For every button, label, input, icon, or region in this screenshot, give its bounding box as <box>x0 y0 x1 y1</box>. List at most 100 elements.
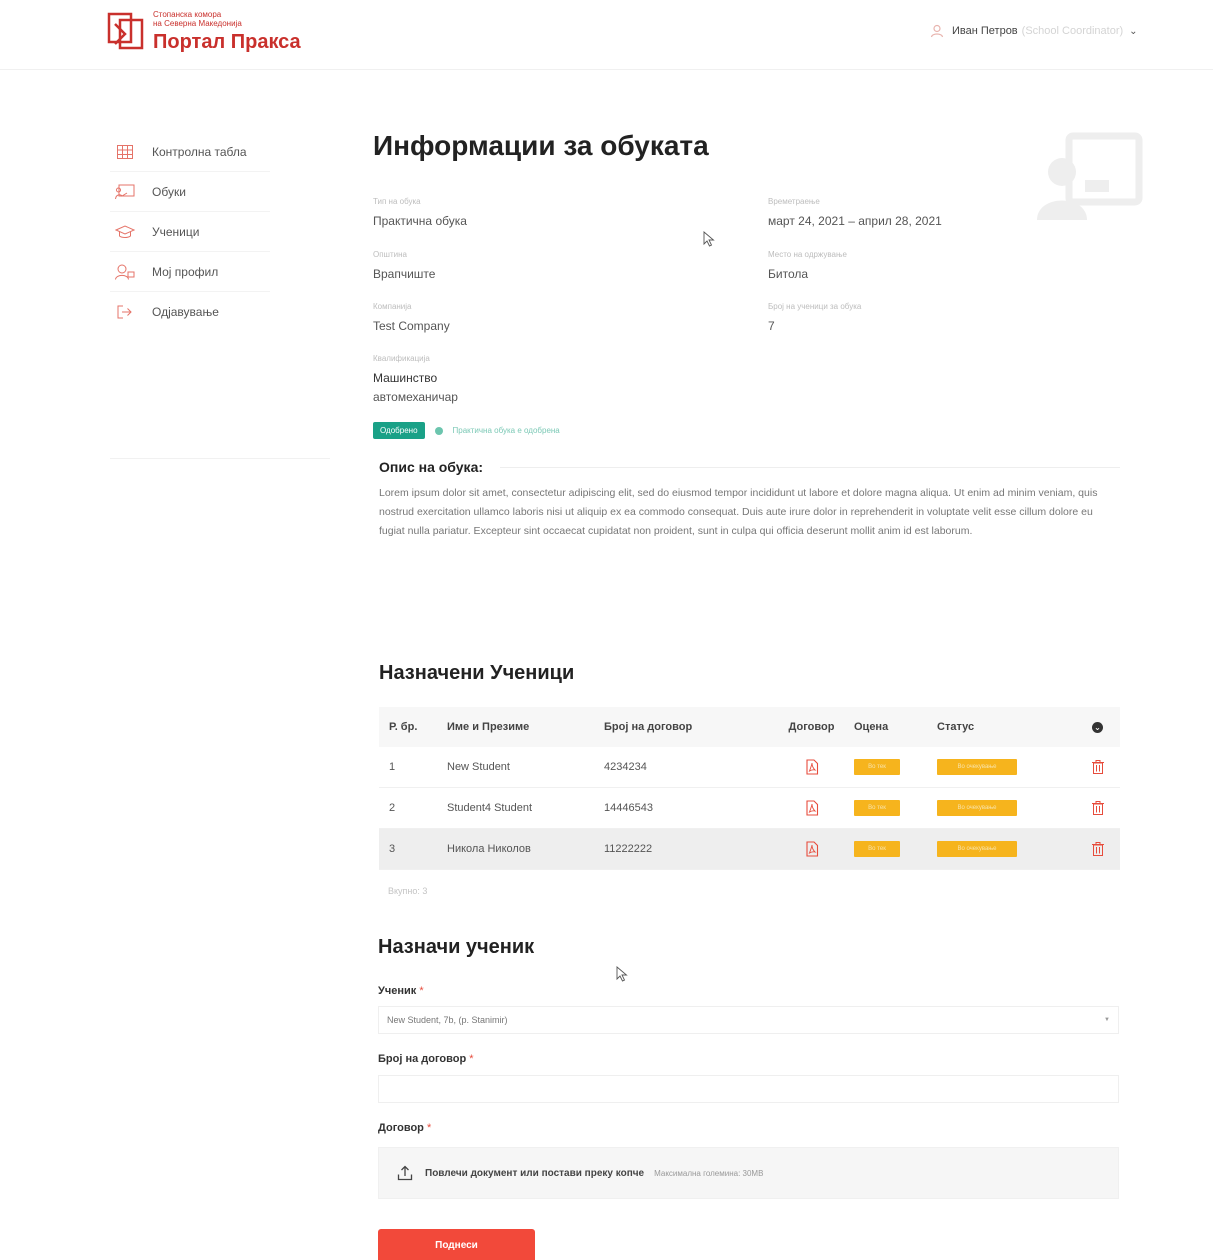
table-header: Р. бр. Име и Презиме Број на договор Дог… <box>379 707 1120 747</box>
field-label: Компанија <box>373 302 412 311</box>
field-value: Машинство <box>373 371 438 385</box>
field-value: Практична обука <box>373 214 467 228</box>
logout-icon <box>110 305 140 319</box>
contract-number-input[interactable] <box>378 1075 1119 1103</box>
field-place: Место на одржување Битола <box>768 250 847 284</box>
sidebar-item-label: Одјавување <box>152 305 219 319</box>
sidebar-item-label: Контролна табла <box>152 144 247 159</box>
field-value: Битола <box>768 267 809 281</box>
field-company: Компанија Test Company <box>373 302 450 336</box>
status-badge: Во очекување <box>937 800 1017 816</box>
chevron-down-icon[interactable]: ⌄ <box>1129 26 1137 37</box>
user-profile-icon <box>110 264 140 280</box>
student-label-text: Ученик <box>378 985 417 997</box>
field-value: 7 <box>768 319 775 333</box>
field-label: Број на ученици за обука <box>768 302 862 311</box>
contract-pdf-icon[interactable] <box>769 841 854 857</box>
description-text: Lorem ipsum dolor sit amet, consectetur … <box>379 487 1098 537</box>
logo[interactable]: Стопанска комора на Северна Македонија П… <box>107 10 301 54</box>
cell-contract-number: 4234234 <box>604 761 647 773</box>
submit-button[interactable]: Поднеси <box>378 1229 535 1260</box>
status-badge: Одобрено <box>373 422 425 439</box>
field-label: Општина <box>373 250 407 259</box>
field-label: Квалификација <box>373 354 430 363</box>
column-menu-button[interactable]: ⌄ <box>1075 721 1120 733</box>
field-value: март 24, 2021 – април 28, 2021 <box>768 214 942 228</box>
sidebar-divider <box>110 458 330 459</box>
delete-icon[interactable] <box>1075 801 1120 815</box>
logo-org-line2: на Северна Македонија <box>153 19 242 28</box>
cell-num: 3 <box>389 843 396 855</box>
assigned-students-title: Назначени Ученици <box>379 662 575 684</box>
mouse-cursor-icon <box>616 966 628 982</box>
cell-contract-number: 11222222 <box>604 843 653 855</box>
field-label: Место на одржување <box>768 250 847 259</box>
description-title: Опис на обука: <box>379 459 484 475</box>
student-select[interactable]: New Student, 7b, (p. Stanimir) ▼ <box>378 1006 1119 1034</box>
sidebar-item-trainings[interactable]: Обуки <box>110 172 270 212</box>
field-value: автомеханичар <box>373 390 458 404</box>
grade-badge: Во тек <box>854 841 900 857</box>
table-row: 2 Student4 Student 14446543 Во тек Во оч… <box>379 788 1120 829</box>
delete-icon[interactable] <box>1075 760 1120 774</box>
page-title: Информации за обуката <box>373 130 709 161</box>
sidebar-item-profile[interactable]: Мој профил <box>110 252 270 292</box>
sidebar-item-logout[interactable]: Одјавување <box>110 292 270 332</box>
training-status: Одобрено Практична обука е одобрена <box>373 422 560 439</box>
status-text: Практична обука е одобрена <box>452 426 560 435</box>
upload-icon <box>397 1165 413 1181</box>
field-qualification: Квалификација Машинство автомеханичар <box>373 354 458 407</box>
sidebar: Контролна табла Обуки Ученици Мој профил… <box>110 132 270 332</box>
cell-name: Никола Николов <box>447 843 531 855</box>
status-dot-icon <box>434 426 443 435</box>
grid-icon <box>110 144 140 159</box>
field-label: Тип на обука <box>373 197 421 206</box>
column-header[interactable]: Договор <box>769 721 854 733</box>
graduation-cap-icon <box>110 224 140 239</box>
column-header[interactable]: Р. бр. <box>379 721 447 733</box>
contract-pdf-icon[interactable] <box>769 800 854 816</box>
cell-name: New Student <box>447 761 510 773</box>
column-header[interactable]: Статус <box>937 721 1075 733</box>
field-municipality: Општина Врапчиште <box>373 250 435 284</box>
cell-name: Student4 Student <box>447 802 533 814</box>
column-header[interactable]: Број на договор <box>604 721 769 733</box>
field-value: Test Company <box>373 319 450 333</box>
sidebar-item-label: Ученици <box>152 224 200 239</box>
grade-badge: Во тек <box>854 800 900 816</box>
dropzone-max-size: Максимална големина: 30MB <box>654 1168 764 1178</box>
user-icon <box>930 24 944 38</box>
sidebar-item-label: Мој профил <box>152 264 219 279</box>
logo-org-line1: Стопанска комора <box>153 10 222 19</box>
status-badge: Во очекување <box>937 841 1017 857</box>
table-row: 3 Никола Николов 11222222 Во тек Во очек… <box>379 829 1120 870</box>
contract-dropzone[interactable]: Повлечи документ или постави преку копче… <box>378 1147 1119 1199</box>
assign-student-title: Назначи ученик <box>378 936 535 958</box>
top-header: Стопанска комора на Северна Македонија П… <box>0 0 1213 70</box>
delete-icon[interactable] <box>1075 842 1120 856</box>
table-row: 1 New Student 4234234 Во тек Во очекувањ… <box>379 747 1120 788</box>
user-role: (School Coordinator) <box>1021 25 1124 37</box>
cell-num: 2 <box>389 802 396 814</box>
sidebar-item-dashboard[interactable]: Контролна табла <box>110 132 270 172</box>
logo-title: Портал Пракса <box>153 31 301 53</box>
chevron-down-circle-icon: ⌄ <box>1092 721 1103 733</box>
grade-badge: Во тек <box>854 759 900 775</box>
user-menu[interactable]: Иван Петров (School Coordinator) ⌄ <box>930 24 1138 38</box>
required-mark: * <box>469 1053 474 1065</box>
mouse-cursor-icon <box>703 231 715 247</box>
column-header[interactable]: Оцена <box>854 721 937 733</box>
contract-pdf-icon[interactable] <box>769 759 854 775</box>
presentation-icon <box>110 184 140 200</box>
sidebar-item-students[interactable]: Ученици <box>110 212 270 252</box>
dropzone-text: Повлечи документ или постави преку копче <box>425 1167 645 1179</box>
field-value: Врапчиште <box>373 267 436 281</box>
field-duration: Времетраење март 24, 2021 – април 28, 20… <box>768 197 942 231</box>
contract-label-text: Договор <box>378 1122 424 1134</box>
required-mark: * <box>419 985 424 997</box>
table-total: Вкупно: 3 <box>388 886 428 896</box>
student-label: Ученик * <box>378 985 424 997</box>
column-header[interactable]: Име и Презиме <box>447 721 604 733</box>
status-badge: Во очекување <box>937 759 1017 775</box>
training-placeholder-icon <box>1037 132 1143 220</box>
